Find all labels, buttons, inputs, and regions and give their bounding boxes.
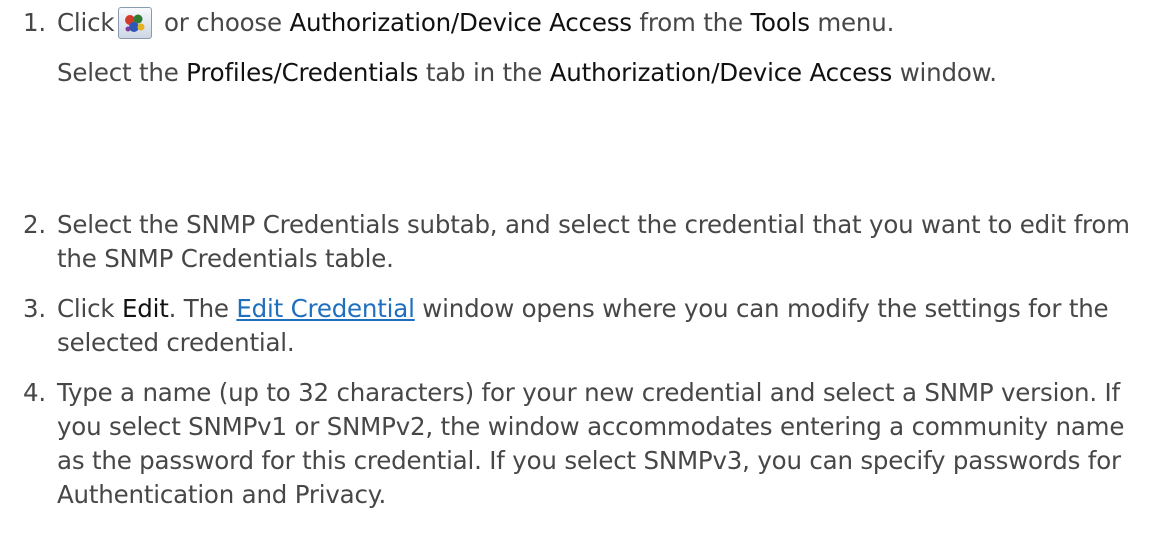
step-2: 2. Select the SNMP Credentials subtab, a… — [0, 208, 1157, 276]
step-number: 4. — [23, 378, 46, 407]
step-text: Click — [57, 294, 122, 323]
step-text: Click — [57, 8, 115, 37]
menu-item-authorization-device-access: Authorization/Device Access — [289, 8, 632, 37]
step-1: 1. Click or choose Authorization/Device … — [0, 6, 1157, 90]
step-text: . The — [168, 294, 237, 323]
step-number: 1. — [23, 8, 46, 37]
step-text: Select the — [57, 58, 187, 87]
edit-credential-link[interactable]: Edit Credential — [236, 294, 415, 323]
step-text: from the — [631, 8, 751, 37]
step-2-text: Select the SNMP Credentials subtab, and … — [57, 210, 1130, 273]
step-1-paragraph-2: Select the Profiles/Credentials tab in t… — [57, 56, 1157, 90]
step-text: or choose — [156, 8, 290, 37]
menu-tools: Tools — [750, 8, 810, 37]
authorization-device-access-icon[interactable] — [118, 7, 153, 39]
step-text: menu. — [809, 8, 895, 37]
step-text: tab in the — [418, 58, 550, 87]
step-4-text: Type a name (up to 32 characters) for yo… — [57, 378, 1125, 509]
tab-profiles-credentials: Profiles/Credentials — [186, 58, 419, 87]
step-3-paragraph: Click Edit. The Edit Credential window o… — [57, 292, 1157, 360]
step-number: 3. — [23, 294, 46, 323]
step-1-paragraph-1: Click or choose Authorization/Device Acc… — [57, 6, 1157, 40]
step-3: 3. Click Edit. The Edit Credential windo… — [0, 292, 1157, 360]
step-4: 4. Type a name (up to 32 characters) for… — [0, 376, 1157, 512]
step-text: window. — [892, 58, 997, 87]
step-number: 2. — [23, 210, 46, 239]
edit-button-reference: Edit — [121, 294, 169, 323]
window-authorization-device-access: Authorization/Device Access — [549, 58, 893, 87]
